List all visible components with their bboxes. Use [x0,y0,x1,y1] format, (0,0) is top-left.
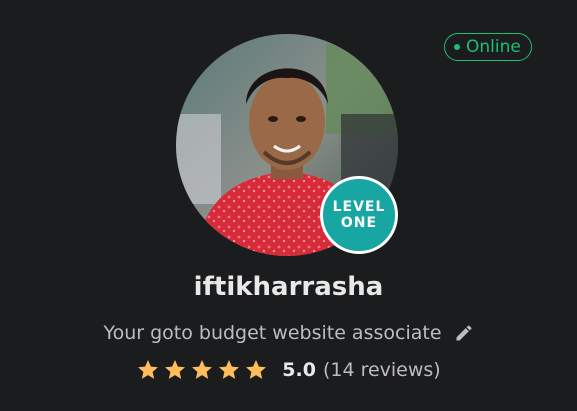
online-status-label: Online [466,37,521,57]
level-badge-line2: ONE [340,215,378,231]
star-icon [192,360,213,379]
star-icon [219,360,240,379]
level-badge: LEVEL ONE [320,176,398,254]
tagline: Your goto budget website associate [103,322,442,344]
rating-score: 5.0 [282,359,316,381]
username: iftikharrasha [193,272,384,302]
online-status-badge: Online [444,33,532,61]
tagline-row: Your goto budget website associate [0,322,577,344]
star-rating [136,358,268,382]
review-count[interactable]: (14 reviews) [323,359,441,381]
star-icon [246,360,267,379]
online-dot-icon [454,44,460,50]
star-icon [165,360,186,379]
avatar-container: LEVEL ONE [176,34,402,260]
star-icon [138,360,159,379]
level-badge-line1: LEVEL [332,199,386,215]
pencil-icon[interactable] [454,323,474,343]
rating-row: 5.0 (14 reviews) [0,358,577,382]
